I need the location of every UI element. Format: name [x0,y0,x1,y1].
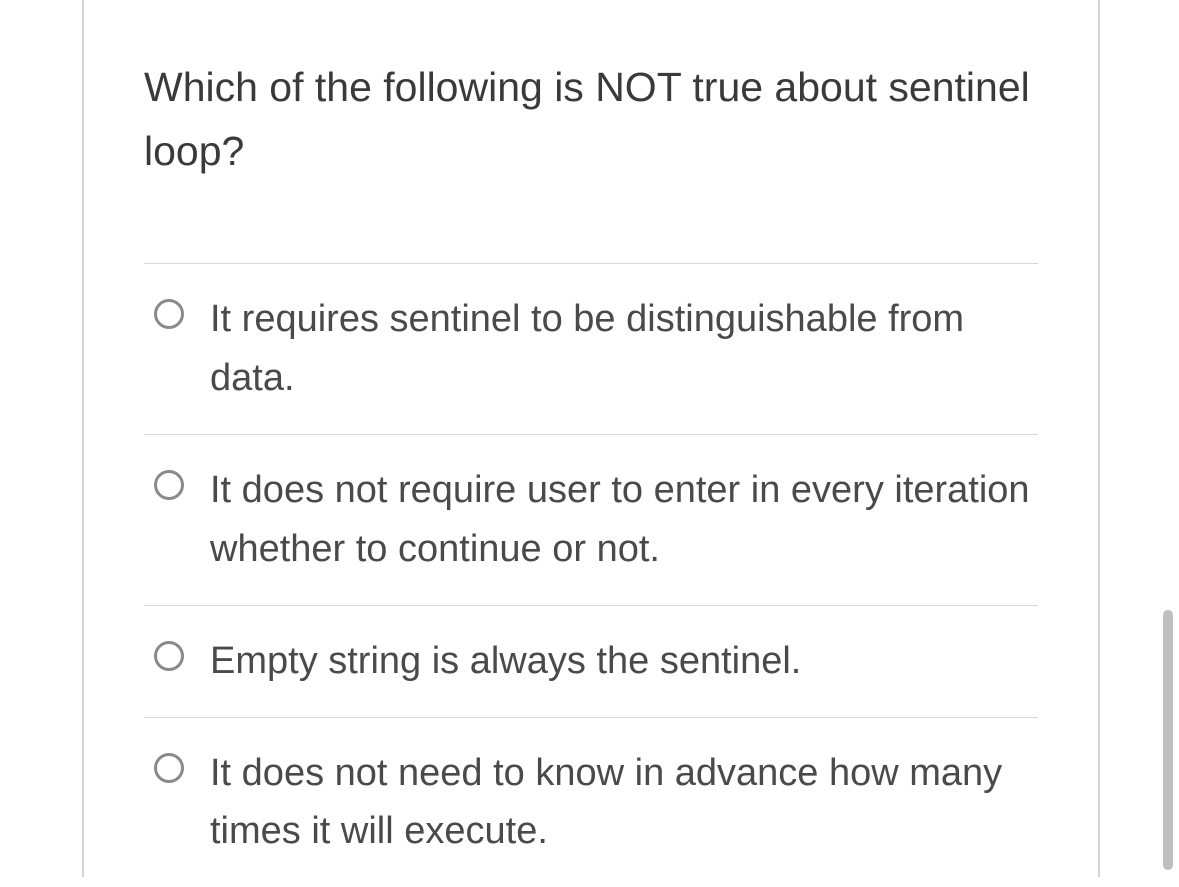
option-label: Empty string is always the sentinel. [210,632,801,691]
scrollbar-thumb[interactable] [1163,610,1173,870]
option-row[interactable]: It does not require user to enter in eve… [144,435,1038,606]
option-label: It does not require user to enter in eve… [210,461,1038,579]
radio-icon [154,470,184,500]
card-border-right [1098,0,1100,877]
question-prompt: Which of the following is NOT true about… [144,56,1038,183]
option-label: It requires sentinel to be distinguishab… [210,290,1038,408]
option-label: It does not need to know in advance how … [210,744,1038,862]
option-row[interactable]: Empty string is always the sentinel. [144,606,1038,718]
radio-icon [154,299,184,329]
radio-icon [154,641,184,671]
question-card: Which of the following is NOT true about… [84,0,1098,887]
radio-icon [154,753,184,783]
option-row[interactable]: It does not need to know in advance how … [144,718,1038,887]
option-row[interactable]: It requires sentinel to be distinguishab… [144,264,1038,435]
options-list: It requires sentinel to be distinguishab… [144,263,1038,887]
